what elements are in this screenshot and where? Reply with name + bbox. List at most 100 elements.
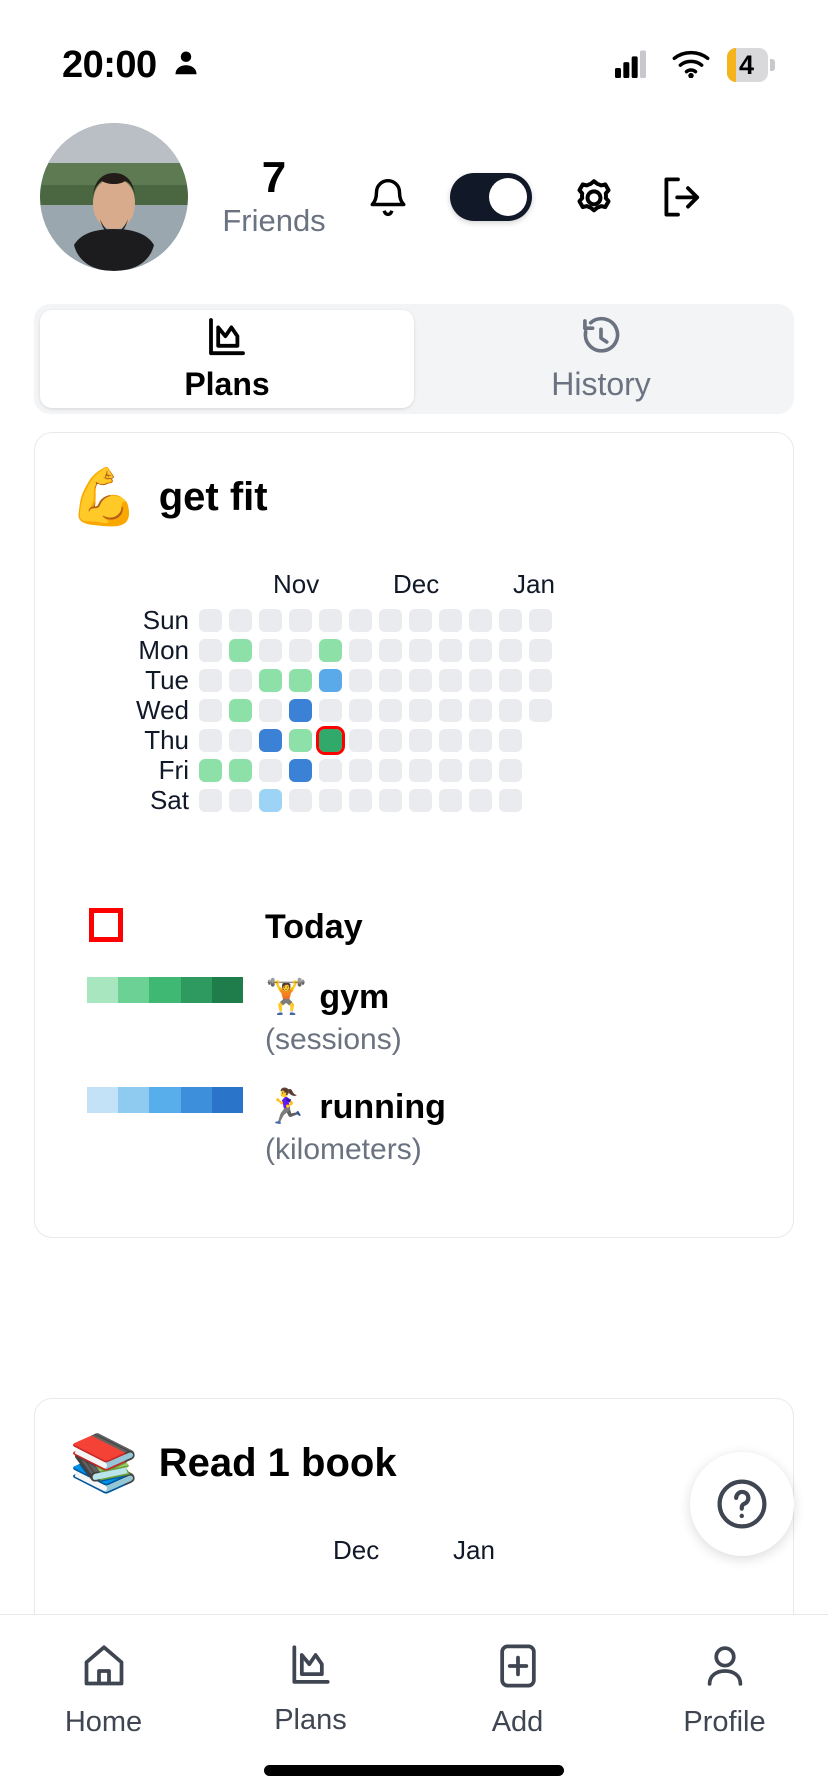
heatmap-cell[interactable] (229, 639, 252, 662)
heatmap-cell[interactable] (229, 699, 252, 722)
heatmap-cell[interactable] (199, 789, 222, 812)
heatmap-cell[interactable] (379, 759, 402, 782)
heatmap-cell[interactable] (529, 609, 552, 632)
heatmap-cell[interactable] (316, 726, 345, 755)
heatmap-cell[interactable] (289, 699, 312, 722)
heatmap-cell[interactable] (469, 639, 492, 662)
heatmap-cell[interactable] (349, 789, 372, 812)
heatmap-cell[interactable] (319, 699, 342, 722)
heatmap-cell[interactable] (409, 759, 432, 782)
heatmap-cell[interactable] (439, 669, 462, 692)
heatmap-cell[interactable] (499, 669, 522, 692)
nav-item-plans[interactable]: Plans (207, 1641, 414, 1737)
nav-item-add[interactable]: Add (414, 1641, 621, 1739)
heatmap-cell[interactable] (469, 699, 492, 722)
heatmap-cell[interactable] (499, 789, 522, 812)
plan-card-get-fit[interactable]: 💪 get fit Nov Dec Jan Sun Mon Tue Wed Thu Fri Sa… (34, 432, 794, 1238)
heatmap-cell[interactable] (379, 669, 402, 692)
battery-indicator: 4 (726, 48, 776, 82)
heatmap-cell[interactable] (259, 669, 282, 692)
heatmap-cell[interactable] (319, 669, 342, 692)
heatmap-cell[interactable] (259, 609, 282, 632)
heatmap-cell[interactable] (319, 609, 342, 632)
heatmap-cell[interactable] (409, 729, 432, 752)
heatmap-cell[interactable] (409, 639, 432, 662)
heatmap-cell[interactable] (199, 639, 222, 662)
heatmap-cell[interactable] (439, 759, 462, 782)
heatmap-cell[interactable] (439, 639, 462, 662)
heatmap-cell[interactable] (349, 669, 372, 692)
heatmap-cell[interactable] (259, 789, 282, 812)
heatmap-cell[interactable] (289, 669, 312, 692)
heatmap-cell[interactable] (469, 729, 492, 752)
heatmap-cell[interactable] (349, 639, 372, 662)
heatmap-cell[interactable] (409, 669, 432, 692)
heatmap-cell[interactable] (379, 639, 402, 662)
heatmap-cell[interactable] (349, 759, 372, 782)
heatmap-cell[interactable] (349, 729, 372, 752)
heatmap-cell[interactable] (469, 609, 492, 632)
heatmap-cell[interactable] (439, 699, 462, 722)
heatmap-cell[interactable] (289, 609, 312, 632)
heatmap-cell[interactable] (289, 639, 312, 662)
heatmap-cell[interactable] (499, 699, 522, 722)
heatmap-cell[interactable] (229, 729, 252, 752)
tab-history[interactable]: History (414, 310, 788, 408)
plan-card-read-book[interactable]: 📚 Read 1 book Dec Jan (34, 1398, 794, 1614)
heatmap-cell[interactable] (379, 729, 402, 752)
heatmap-cell[interactable] (199, 609, 222, 632)
heatmap-cell[interactable] (289, 789, 312, 812)
nav-label-add: Add (491, 1706, 544, 1738)
avatar[interactable] (40, 123, 188, 271)
heatmap-cell[interactable] (289, 729, 312, 752)
heatmap-cell[interactable] (379, 789, 402, 812)
nav-item-profile[interactable]: Profile (621, 1641, 828, 1739)
heatmap-cell[interactable] (439, 609, 462, 632)
heatmap-cell[interactable] (229, 609, 252, 632)
book-card-title: Read 1 book (158, 1440, 397, 1485)
heatmap-cell[interactable] (259, 639, 282, 662)
heatmap-cell[interactable] (289, 759, 312, 782)
heatmap-cell[interactable] (409, 789, 432, 812)
heatmap-cell[interactable] (319, 789, 342, 812)
heatmap-cell[interactable] (439, 729, 462, 752)
heatmap-cell[interactable] (319, 639, 342, 662)
nav-label-plans: Plans (274, 1704, 347, 1736)
heatmap-cell[interactable] (199, 699, 222, 722)
heatmap-cell[interactable] (499, 609, 522, 632)
heatmap-cell[interactable] (229, 789, 252, 812)
heatmap-cell[interactable] (229, 669, 252, 692)
heatmap-cell[interactable] (499, 759, 522, 782)
heatmap-cell[interactable] (469, 669, 492, 692)
heatmap-cell[interactable] (529, 699, 552, 722)
heatmap-cell[interactable] (379, 699, 402, 722)
logout-icon[interactable] (656, 169, 712, 225)
heatmap-cell[interactable] (349, 609, 372, 632)
help-button[interactable] (690, 1452, 794, 1556)
heatmap-cell[interactable] (439, 789, 462, 812)
friends-counter[interactable]: 7 Friends (194, 154, 354, 239)
heatmap-cell[interactable] (259, 759, 282, 782)
heatmap-cell[interactable] (529, 639, 552, 662)
heatmap-cell[interactable] (199, 759, 222, 782)
heatmap-cell[interactable] (319, 759, 342, 782)
settings-gear-icon[interactable] (566, 169, 622, 225)
tab-plans[interactable]: Plans (40, 310, 414, 408)
heatmap-cell[interactable] (379, 609, 402, 632)
heatmap-cell[interactable] (529, 669, 552, 692)
heatmap-cell[interactable] (469, 759, 492, 782)
heatmap-cell[interactable] (499, 639, 522, 662)
notification-bell-icon[interactable] (360, 169, 416, 225)
heatmap-cell[interactable] (259, 729, 282, 752)
heatmap-cell[interactable] (469, 789, 492, 812)
heatmap-cell[interactable] (229, 759, 252, 782)
heatmap-cell[interactable] (199, 669, 222, 692)
nav-item-home[interactable]: Home (0, 1641, 207, 1739)
heatmap-cell[interactable] (349, 699, 372, 722)
heatmap-cell[interactable] (409, 699, 432, 722)
heatmap-cell[interactable] (409, 609, 432, 632)
heatmap-cell[interactable] (499, 729, 522, 752)
heatmap-cell[interactable] (199, 729, 222, 752)
theme-toggle[interactable] (450, 173, 532, 221)
heatmap-cell[interactable] (259, 699, 282, 722)
